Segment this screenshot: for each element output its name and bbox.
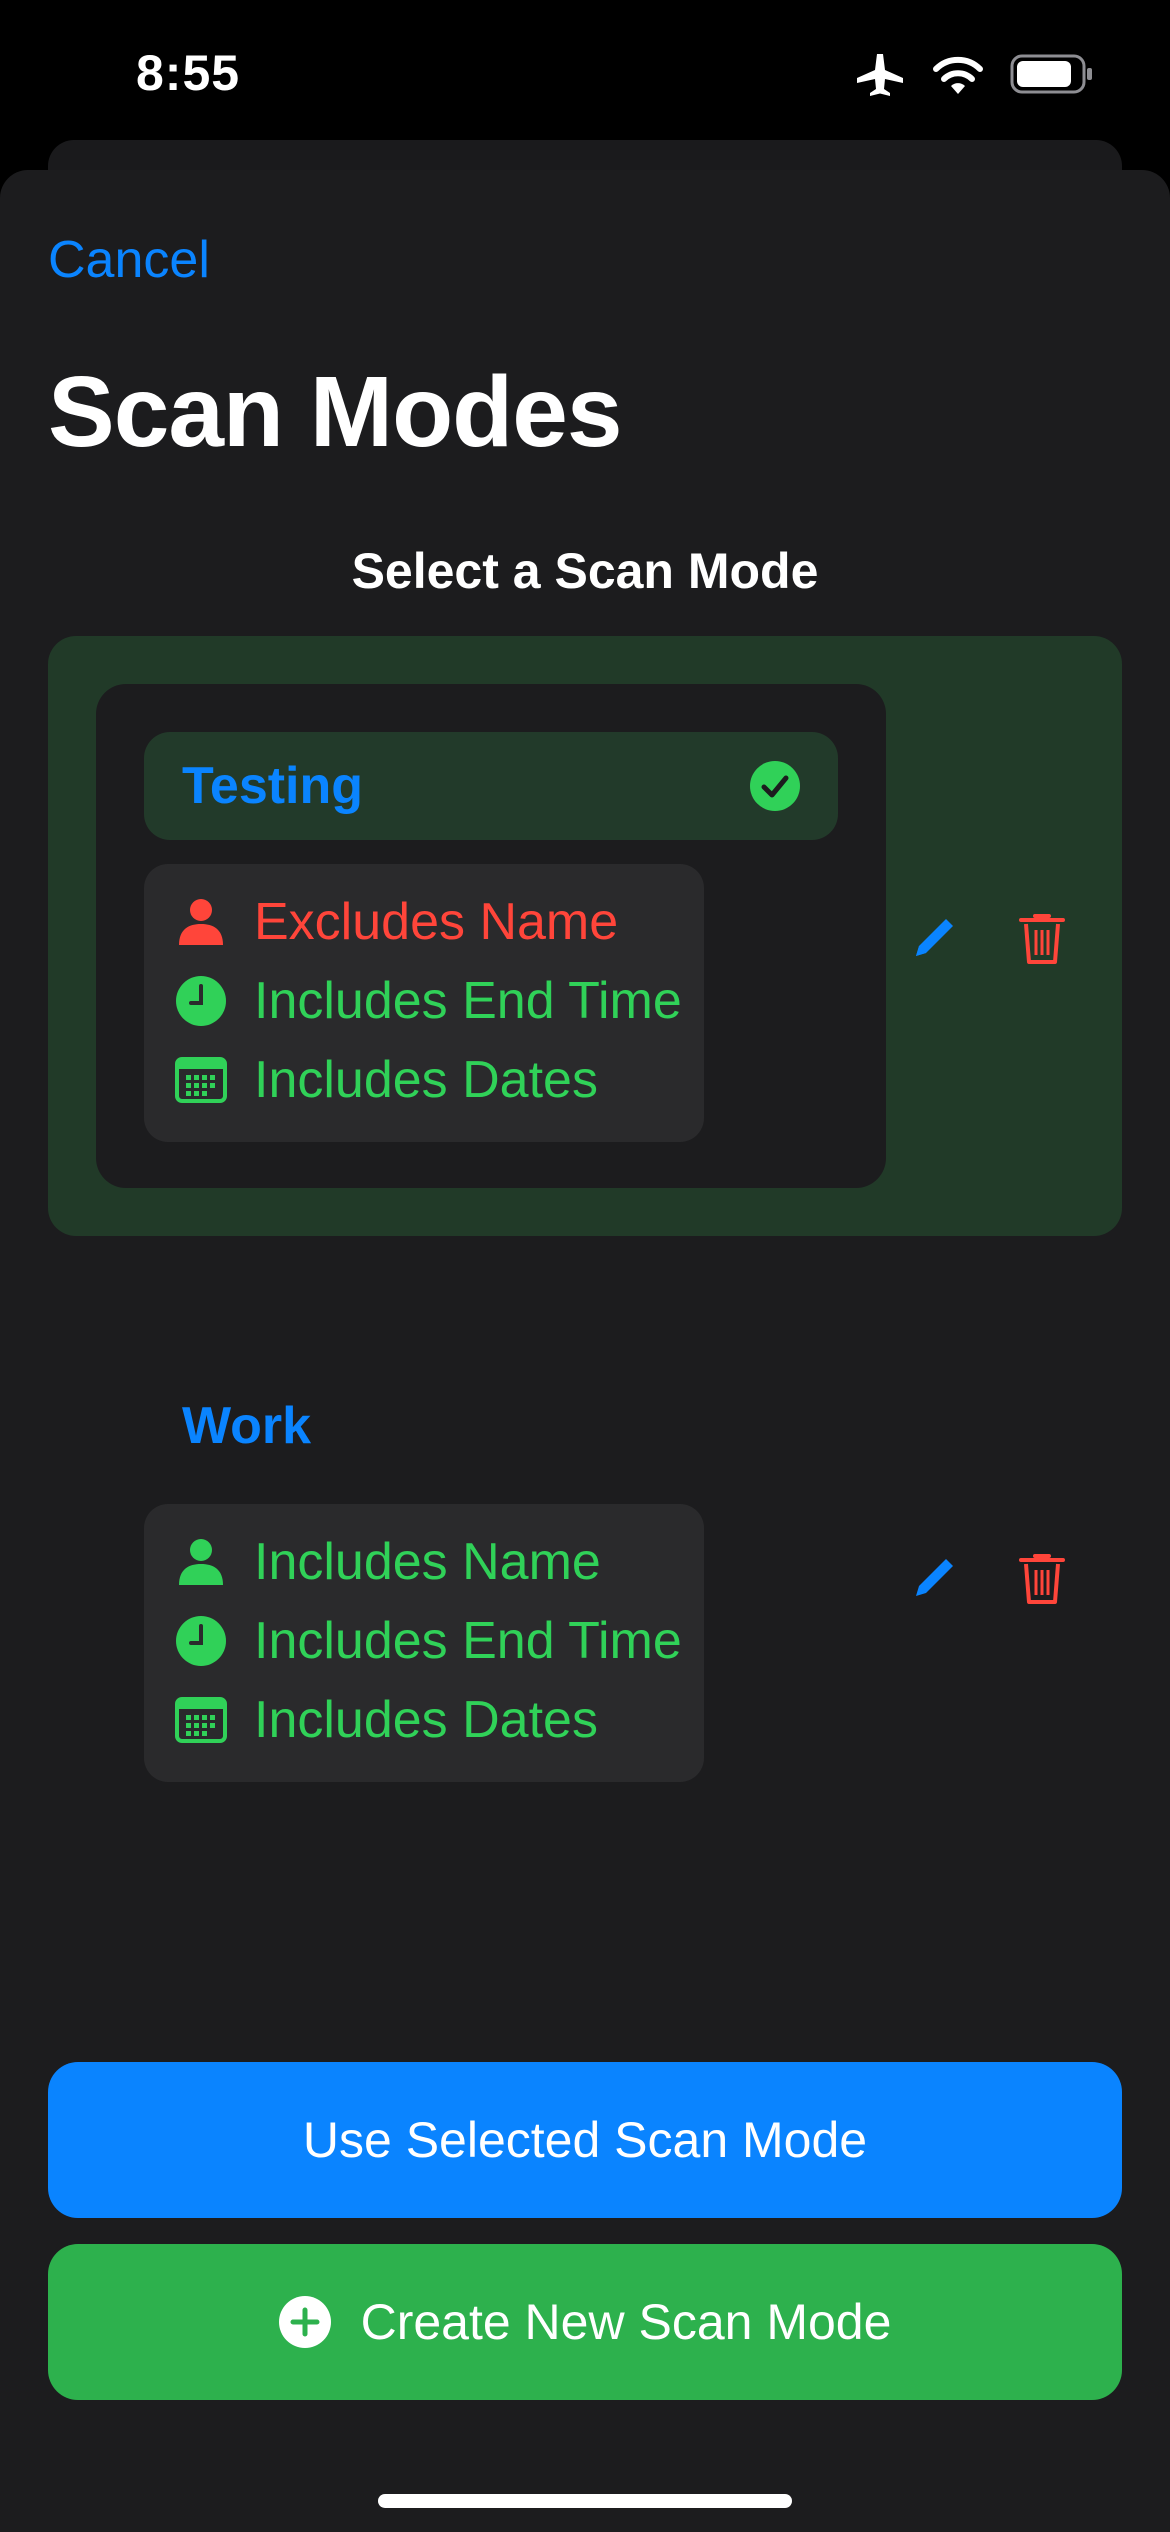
use-selected-scan-mode-button[interactable]: Use Selected Scan Mode bbox=[48, 2062, 1122, 2218]
scan-mode-name-bar: Testing bbox=[144, 732, 838, 840]
button-label: Use Selected Scan Mode bbox=[302, 2112, 868, 2168]
status-bar: 8:55 bbox=[0, 0, 1170, 150]
attribute-label: Includes Dates bbox=[254, 1051, 598, 1109]
attribute-end-time: Includes End Time bbox=[174, 966, 682, 1036]
attribute-dates: Includes Dates bbox=[174, 1685, 598, 1755]
wifi-icon bbox=[932, 54, 984, 99]
status-time: 8:55 bbox=[136, 45, 241, 101]
trash-icon[interactable] bbox=[1010, 906, 1074, 970]
status-icons bbox=[856, 52, 1094, 101]
attribute-list: Includes Name Includes End Time Includes… bbox=[144, 1504, 704, 1782]
clock-icon bbox=[174, 1614, 228, 1668]
page-title: Scan Modes bbox=[48, 356, 622, 468]
attribute-end-time: Includes End Time bbox=[174, 1606, 682, 1676]
attribute-name: Excludes Name bbox=[174, 887, 618, 957]
home-indicator[interactable] bbox=[378, 2494, 792, 2508]
calendar-icon bbox=[174, 1693, 228, 1747]
clock-icon bbox=[174, 974, 228, 1028]
airplane-icon bbox=[856, 52, 906, 101]
calendar-icon bbox=[174, 1053, 228, 1107]
attribute-dates: Includes Dates bbox=[174, 1045, 598, 1115]
section-subtitle: Select a Scan Mode bbox=[351, 543, 819, 599]
person-icon bbox=[174, 895, 228, 949]
scan-mode-name: Testing bbox=[182, 757, 364, 815]
button-label: Create New Scan Mode bbox=[360, 2294, 892, 2350]
attribute-name: Includes Name bbox=[174, 1527, 601, 1597]
attribute-label: Includes Dates bbox=[254, 1691, 598, 1749]
attribute-list: Excludes Name Includes End Time Includes… bbox=[144, 864, 704, 1142]
scan-mode-card: Testing Excludes Name Includes End Time bbox=[96, 684, 886, 1188]
battery-icon bbox=[1010, 54, 1094, 99]
checkmark-icon bbox=[750, 761, 800, 811]
person-icon bbox=[174, 1535, 228, 1589]
edit-pencil-icon[interactable] bbox=[902, 1546, 966, 1610]
cancel-button[interactable]: Cancel bbox=[48, 230, 210, 290]
attribute-label: Includes End Time bbox=[254, 972, 682, 1030]
scan-mode-name: Work bbox=[182, 1397, 312, 1455]
scan-mode-row-work[interactable]: Work Includes Name Includes End Time Inc… bbox=[48, 1276, 1122, 1876]
attribute-label: Includes End Time bbox=[254, 1612, 682, 1670]
plus-circle-icon bbox=[278, 2296, 331, 2348]
edit-pencil-icon[interactable] bbox=[902, 906, 966, 970]
create-new-scan-mode-button[interactable]: Create New Scan Mode bbox=[48, 2244, 1122, 2400]
attribute-label: Includes Name bbox=[254, 1533, 601, 1591]
attribute-label: Excludes Name bbox=[254, 893, 619, 951]
scan-modes-sheet: Cancel Scan Modes Select a Scan Mode Tes… bbox=[0, 170, 1170, 2532]
trash-icon[interactable] bbox=[1010, 1546, 1074, 1610]
scan-mode-row-testing[interactable]: Testing Excludes Name Includes End Time bbox=[48, 636, 1122, 1236]
